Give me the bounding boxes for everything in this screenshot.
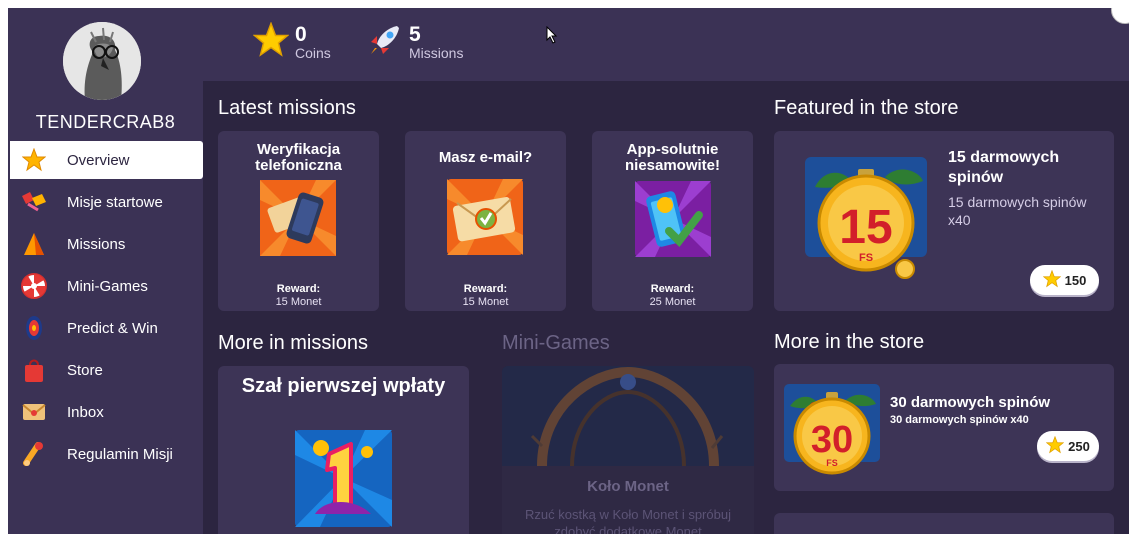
scroll-icon	[20, 440, 48, 468]
store-item-desc: 15 darmowych spinów x40	[948, 194, 1087, 228]
close-button[interactable]	[1111, 8, 1129, 24]
badge-number: 15	[839, 201, 892, 254]
sidebar-item-label: Mini-Games	[67, 277, 148, 295]
sidebar-item-label: Misje startowe	[67, 193, 163, 211]
mission-card-email[interactable]: Masz e-mail? Reward: 15 Monet	[405, 131, 566, 311]
username: TENDERCRAB8	[35, 112, 176, 132]
featured-store-card[interactable]: 15 FS 15 darmowych spinów 15 darmowych s…	[774, 131, 1114, 311]
sidebar-item-regulamin-misji[interactable]: Regulamin Misji	[10, 435, 203, 473]
kite-icon	[20, 188, 48, 216]
reward-label: Reward:	[276, 283, 321, 295]
buy-button[interactable]: 250	[1037, 431, 1099, 461]
envelope-icon	[20, 398, 48, 426]
buy-button[interactable]: 150	[1030, 265, 1099, 295]
top-bar: 0 Coins 5 Missions	[203, 8, 1129, 81]
sidebar-item-store[interactable]: Store	[10, 351, 203, 389]
app-frame: TENDERCRAB8 Overview Misje startowe Miss…	[8, 8, 1129, 534]
more-store-title: More in the store	[774, 331, 925, 353]
store-card-partial[interactable]	[774, 513, 1114, 534]
latest-missions-title: Latest missions	[218, 97, 356, 119]
reward-label: Reward:	[650, 283, 695, 295]
ornament-30-icon: 30 FS	[784, 384, 880, 480]
ornament-15-icon: 15 FS	[805, 157, 927, 281]
star-icon	[1042, 269, 1061, 291]
first-deposit-icon	[295, 430, 392, 527]
minigame-title: Koło Monet	[587, 478, 669, 495]
sidebar-item-predict-win[interactable]: Predict & Win	[10, 309, 203, 347]
more-missions-title: More in missions	[218, 332, 369, 354]
mission-title: Szał pierwszej wpłaty	[241, 375, 446, 397]
badge-sub: FS	[826, 458, 838, 468]
phone-mission-icon	[260, 180, 336, 256]
sidebar-item-label: Predict & Win	[67, 319, 158, 337]
target-icon	[20, 314, 48, 342]
minigame-card[interactable]: Koło Monet Rzuć kostką w Koło Monet i sp…	[502, 366, 754, 534]
missions-label: Missions	[409, 44, 464, 61]
wheel-icon	[20, 272, 48, 300]
mission-card-app[interactable]: App-solutnie niesamowite! Reward: 25 Mon…	[592, 131, 753, 311]
store-item-name: 15 darmowych spinów	[948, 149, 1060, 186]
reward-value: 25 Monet	[649, 296, 696, 308]
coins-label: Coins	[295, 44, 331, 61]
rocket-icon	[367, 22, 403, 63]
badge-number: 30	[811, 419, 853, 461]
avatar[interactable]	[63, 22, 141, 100]
sidebar-item-label: Overview	[67, 151, 130, 169]
sidebar: TENDERCRAB8 Overview Misje startowe Miss…	[8, 8, 203, 534]
reward-value: 15 Monet	[462, 296, 509, 308]
mission-title: Weryfikacja telefoniczna	[255, 141, 342, 174]
reward-value: 15 Monet	[275, 296, 322, 308]
reward-label: Reward:	[463, 283, 508, 295]
sidebar-item-inbox[interactable]: Inbox	[10, 393, 203, 431]
bag-icon	[20, 356, 48, 384]
star-icon	[252, 21, 290, 63]
store-item-name: 30 darmowych spinów	[890, 394, 1051, 411]
price-value: 250	[1068, 438, 1090, 454]
sidebar-nav: Overview Misje startowe Missions Mini-Ga…	[10, 141, 203, 477]
badge-sub: FS	[859, 252, 873, 264]
sidebar-item-missions[interactable]: Missions	[10, 225, 203, 263]
sidebar-item-label: Store	[67, 361, 103, 379]
sidebar-item-misje-startowe[interactable]: Misje startowe	[10, 183, 203, 221]
star-icon	[1045, 435, 1065, 457]
sidebar-item-label: Inbox	[67, 403, 104, 421]
minigames-title: Mini-Games	[502, 332, 610, 354]
sidebar-item-label: Missions	[67, 235, 126, 253]
coins-stat[interactable]: 0 Coins	[252, 21, 331, 63]
missions-stat[interactable]: 5 Missions	[367, 22, 463, 63]
star-icon	[20, 146, 48, 174]
cone-icon	[20, 230, 48, 258]
more-store-card[interactable]: 30 FS 30 darmowych spinów 30 darmowych s…	[774, 364, 1114, 491]
store-item-desc: 30 darmowych spinów x40	[890, 414, 1029, 426]
mission-card-phone[interactable]: Weryfikacja telefoniczna Reward: 15 Mone…	[218, 131, 379, 311]
coins-count: 0	[295, 22, 307, 46]
price-value: 150	[1064, 272, 1087, 288]
sidebar-item-overview[interactable]: Overview	[10, 141, 203, 179]
more-mission-card[interactable]: Szał pierwszej wpłaty	[218, 366, 469, 534]
sidebar-item-label: Regulamin Misji	[67, 445, 173, 463]
featured-store-title: Featured in the store	[774, 97, 959, 119]
mouse-cursor-icon	[546, 25, 558, 49]
missions-count: 5	[409, 22, 421, 46]
mission-title: App-solutnie niesamowite!	[624, 141, 721, 174]
email-mission-icon	[447, 179, 523, 255]
wheel-game-icon	[502, 366, 754, 467]
minigame-desc: Rzuć kostką w Koło Monet i spróbuj zdoby…	[525, 507, 731, 534]
app-mission-icon	[635, 181, 711, 257]
sidebar-item-mini-games[interactable]: Mini-Games	[10, 267, 203, 305]
mission-title: Masz e-mail?	[438, 149, 533, 166]
